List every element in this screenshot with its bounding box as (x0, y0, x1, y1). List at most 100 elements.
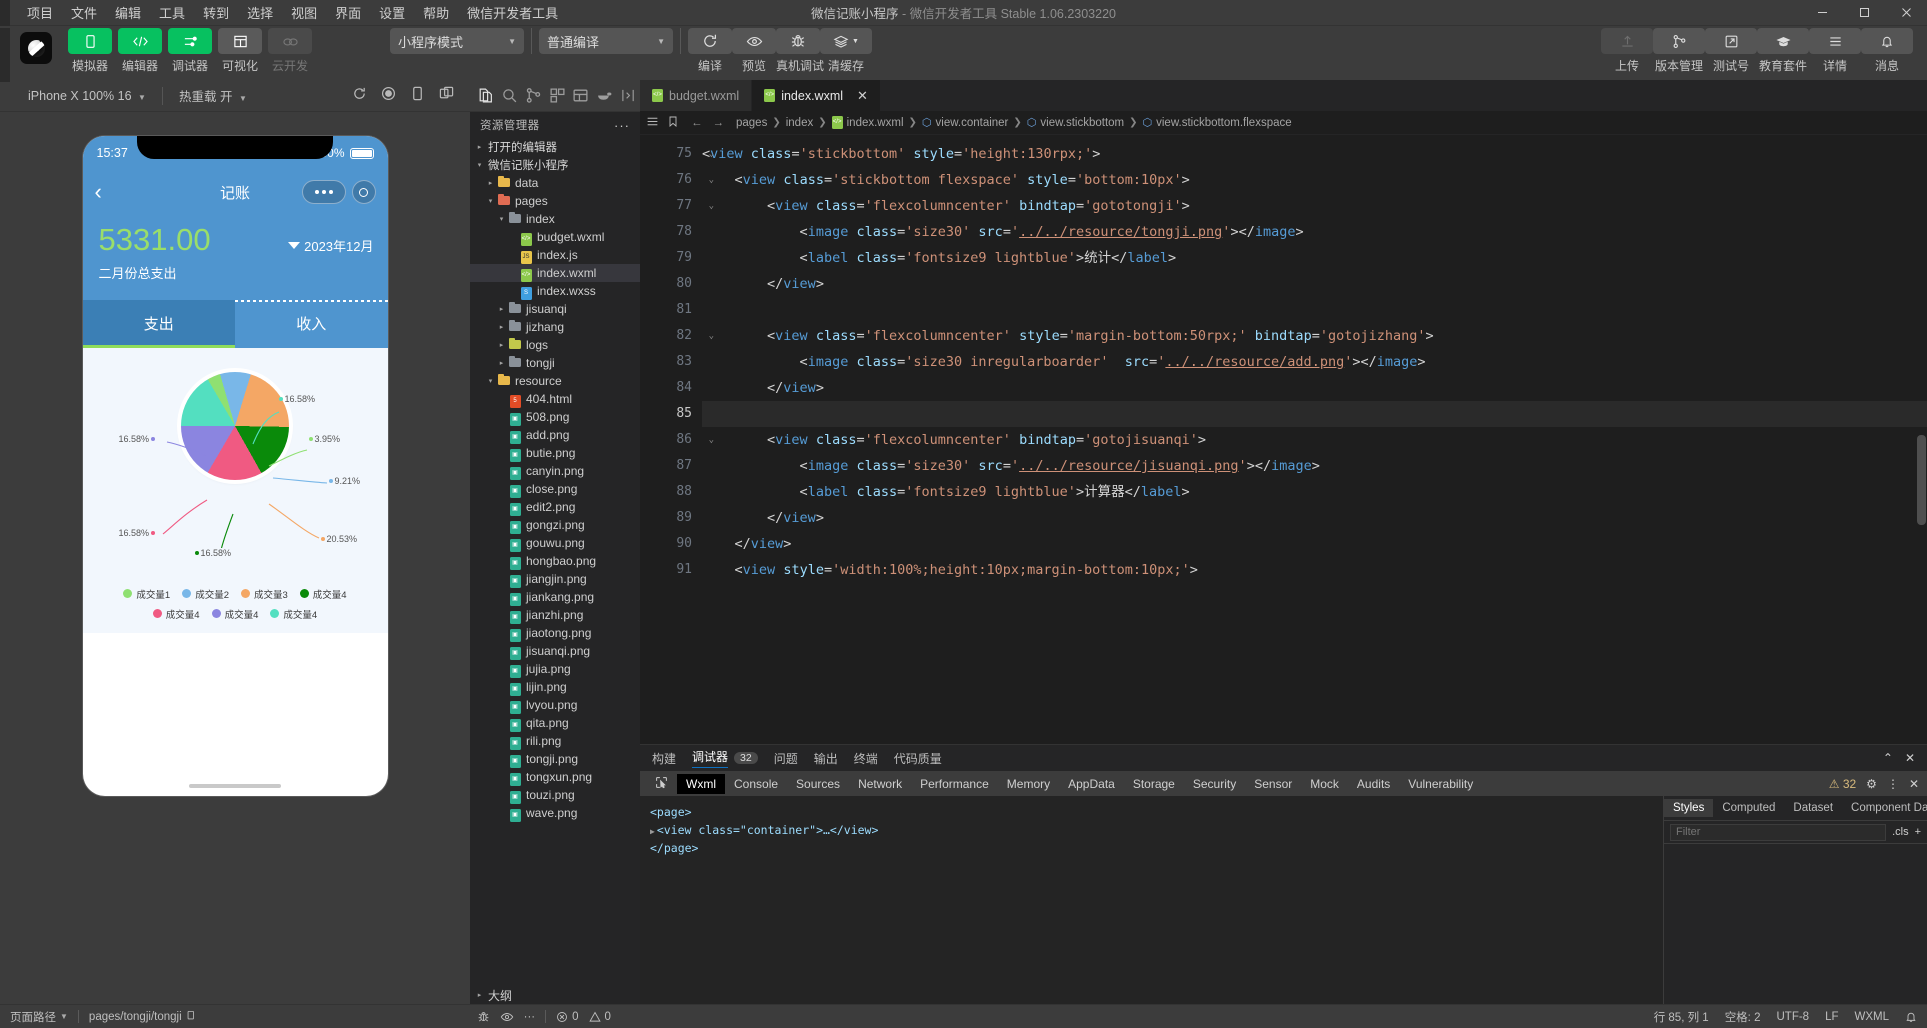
search-icon[interactable] (498, 81, 522, 111)
tab-income[interactable]: 收入 (235, 299, 388, 348)
encoding[interactable]: UTF-8 (1776, 1011, 1809, 1023)
compile-select[interactable]: 普通编译 ▼ (539, 28, 673, 54)
code-line[interactable]: <view style='width:100%;height:10px;marg… (702, 557, 1927, 583)
close-icon[interactable]: ✕ (1909, 777, 1919, 791)
tree-folder-jisuanqi[interactable]: ▸ jisuanqi (470, 300, 640, 318)
fold-icon[interactable]: ⌄ (709, 141, 714, 167)
menu-item-0[interactable]: 项目 (18, 0, 62, 25)
toolbar-right-upload[interactable]: 上传 (1601, 28, 1653, 74)
twisty-icon[interactable]: ▾ (485, 197, 496, 205)
tree-file-close-png[interactable]: ▣ close.png (470, 480, 640, 498)
code-line[interactable]: <view class='stickbottom' style='height:… (702, 141, 1927, 167)
toolbar-right-branch[interactable]: 版本管理 (1653, 28, 1705, 74)
collapse-icon[interactable] (616, 81, 640, 111)
tree-file-canyin-png[interactable]: ▣ canyin.png (470, 462, 640, 480)
styles-filter-input[interactable] (1670, 823, 1887, 841)
tree-file-jujia-png[interactable]: ▣ jujia.png (470, 660, 640, 678)
legend-item[interactable]: 成交量1 (123, 587, 170, 601)
devtools-panel-3[interactable]: 输出 (814, 750, 838, 767)
tree-file-add-png[interactable]: ▣ add.png (470, 426, 640, 444)
close-capsule-button[interactable] (351, 180, 376, 204)
code-line[interactable]: </view> (702, 375, 1927, 401)
maximize-button[interactable] (1843, 0, 1885, 26)
add-style-icon[interactable]: + (1915, 826, 1921, 838)
extensions-icon[interactable] (545, 81, 569, 111)
code-line[interactable]: </view> (702, 531, 1927, 557)
page-path-selector[interactable]: 页面路径 ▼ (10, 1009, 68, 1025)
record-icon[interactable] (381, 86, 396, 106)
more-icon[interactable]: ⋮ (1887, 777, 1899, 791)
tree-folder-pages[interactable]: ▾ pages (470, 192, 640, 210)
twisty-icon[interactable]: ▸ (496, 341, 507, 349)
code-line[interactable] (702, 297, 1927, 323)
indentation[interactable]: 空格: 2 (1725, 1009, 1761, 1025)
line-ending[interactable]: LF (1825, 1011, 1838, 1023)
copy-window-icon[interactable] (439, 86, 454, 106)
hotreload-select[interactable]: 热重载 开 ▼ (171, 83, 255, 108)
tree-file-tongji-png[interactable]: ▣ tongji.png (470, 750, 640, 768)
breadcrumb-item-4[interactable]: ⬡ view.stickbottom (1027, 116, 1124, 130)
tree-file-gongzi-png[interactable]: ▣ gongzi.png (470, 516, 640, 534)
mode-button-sliders[interactable]: 调试器 (168, 28, 212, 74)
breadcrumb-item-0[interactable]: pages (736, 117, 767, 129)
code-line[interactable]: <view class='stickbottom flexspace' styl… (702, 167, 1927, 193)
gear-icon[interactable]: ⚙ (1866, 777, 1877, 791)
fold-icon[interactable]: ⌄ (709, 427, 714, 453)
tree-file-gouwu-png[interactable]: ▣ gouwu.png (470, 534, 640, 552)
code-line[interactable]: <view class='flexcolumncenter' bindtap='… (702, 427, 1927, 453)
styles-tab-styles[interactable]: Styles (1664, 799, 1714, 817)
legend-item[interactable]: 成交量4 (211, 607, 258, 621)
toolbar-action-bug[interactable]: 真机调试 (776, 28, 824, 74)
devtools-tab-appdata[interactable]: AppData (1059, 774, 1124, 794)
device-select[interactable]: iPhone X 100% 16 ▼ (20, 86, 154, 106)
toolbar-action-eye[interactable]: 预览 (732, 28, 776, 74)
tree-file-lijin-png[interactable]: ▣ lijin.png (470, 678, 640, 696)
source-control-icon[interactable] (521, 81, 545, 111)
tree-folder-微信记账小程序[interactable]: ▾ 微信记账小程序 (470, 156, 640, 174)
bell-icon[interactable] (1905, 1011, 1917, 1023)
more-icon[interactable]: ··· (614, 118, 630, 133)
code-line[interactable]: </view> (702, 271, 1927, 297)
code-line[interactable]: <view class='flexcolumncenter' style='ma… (702, 323, 1927, 349)
legend-item[interactable]: 成交量2 (182, 587, 229, 601)
more-icon[interactable]: ··· (524, 1011, 536, 1023)
wxml-dom-tree[interactable]: <page> ▶ <view class="container">…</view>… (640, 796, 1663, 1004)
tab-expense[interactable]: 支出 (82, 299, 235, 348)
tree-file-index-js[interactable]: JS index.js (470, 246, 640, 264)
devtools-tab-network[interactable]: Network (849, 774, 911, 794)
more-menu-button[interactable] (301, 180, 346, 204)
breadcrumb-item-5[interactable]: ⬡ view.stickbottom.flexspace (1143, 116, 1292, 130)
twisty-icon[interactable]: ▾ (474, 161, 485, 169)
tree-file-edit2-png[interactable]: ▣ edit2.png (470, 498, 640, 516)
minimize-button[interactable] (1801, 0, 1843, 26)
tree-file-wave-png[interactable]: ▣ wave.png (470, 804, 640, 822)
twisty-icon[interactable]: ▸ (496, 359, 507, 367)
twisty-icon[interactable]: ▸ (496, 305, 507, 313)
toolbar-right-hamburger[interactable]: 详情 (1809, 28, 1861, 74)
nav-back-icon[interactable]: ← (691, 117, 703, 129)
tree-file-tongxun-png[interactable]: ▣ tongxun.png (470, 768, 640, 786)
tree-file-index-wxss[interactable]: Sindex.wxss (470, 282, 640, 300)
dom-line[interactable]: </page> (650, 840, 1653, 858)
tree-folder-resource[interactable]: ▾ resource (470, 372, 640, 390)
menu-item-9[interactable]: 帮助 (414, 0, 458, 25)
toolbar-action-refresh[interactable]: 编译 (688, 28, 732, 74)
fold-icon[interactable]: ⌄ (709, 193, 714, 219)
styles-tab-dataset[interactable]: Dataset (1784, 799, 1842, 817)
legend-item[interactable]: 成交量4 (270, 607, 317, 621)
fold-icon[interactable]: ⌄ (709, 323, 714, 349)
code-lines[interactable]: <view class='stickbottom' style='height:… (702, 135, 1927, 744)
outline-toggle-icon[interactable] (646, 115, 659, 131)
cls-button[interactable]: .cls (1892, 826, 1909, 838)
devtools-panel-1[interactable]: 调试器 (692, 748, 729, 768)
tree-file-rili-png[interactable]: ▣ rili.png (470, 732, 640, 750)
language-mode[interactable]: WXML (1855, 1011, 1890, 1023)
warning-count[interactable]: 0 (588, 1011, 611, 1023)
twisty-icon[interactable]: ▾ (496, 215, 507, 223)
close-icon[interactable]: ✕ (857, 88, 868, 104)
copy-icon[interactable] (186, 1010, 197, 1024)
devtools-tab-vulnerability[interactable]: Vulnerability (1399, 774, 1482, 794)
tree-file-508-png[interactable]: ▣ 508.png (470, 408, 640, 426)
mode-button-code[interactable]: 编辑器 (118, 28, 162, 74)
editor-tab-budget-wxml[interactable]: </> budget.wxml (640, 80, 753, 111)
